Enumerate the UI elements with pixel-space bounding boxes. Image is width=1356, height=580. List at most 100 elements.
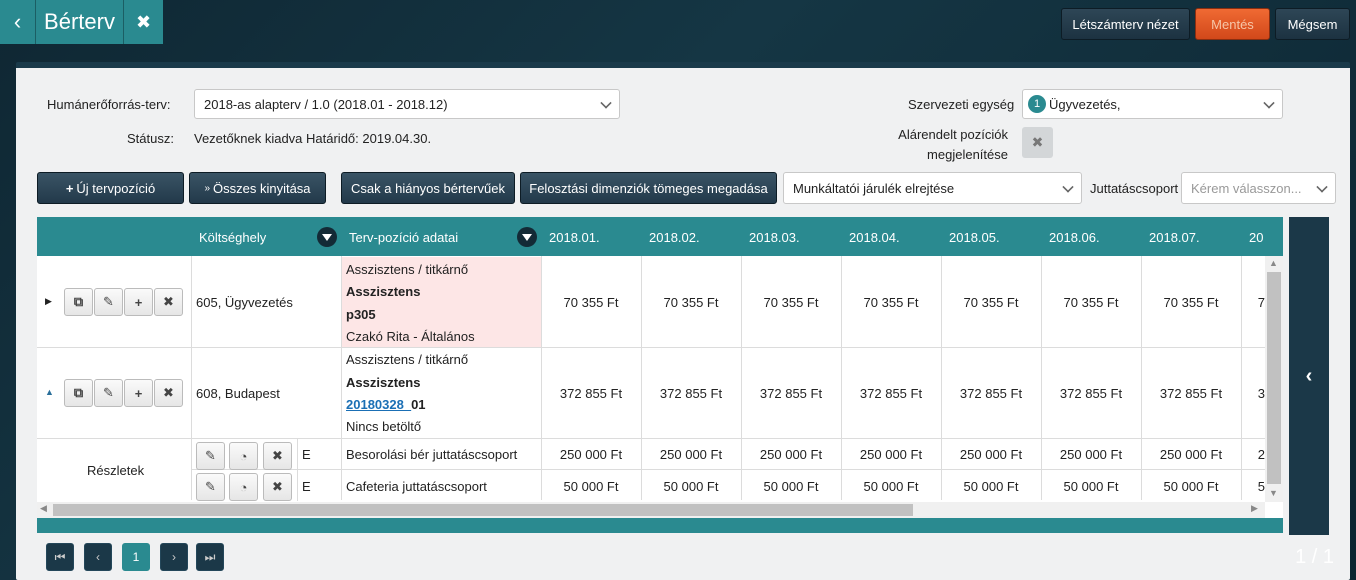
pencil-icon: ✎ [103, 294, 114, 309]
vertical-scroll-thumb[interactable] [1267, 272, 1281, 484]
collapse-row-icon[interactable]: ▲ [45, 387, 54, 397]
grid-line [541, 256, 542, 500]
amount-cell: 50 000 Ft [863, 479, 919, 494]
new-position-button[interactable]: + Új tervpozíció [37, 172, 184, 204]
amount-cell: 372 855 Ft [659, 386, 723, 401]
amount-cell: 50 000 Ft [963, 479, 1019, 494]
horizontal-scroll-thumb[interactable] [53, 504, 913, 516]
chevron-up-icon[interactable]: ▲ [1269, 258, 1278, 268]
next-page-button[interactable]: › [160, 543, 188, 571]
hr-plan-value: 2018-as alapterv / 1.0 (2018.01 - 2018.1… [204, 96, 448, 112]
col-month: 2018.05. [949, 230, 1000, 245]
last-page-button[interactable]: ⏭ [196, 543, 224, 571]
add-button[interactable]: + [124, 288, 153, 316]
delete-button[interactable]: ✖ [154, 379, 183, 407]
org-count-badge: 1 [1028, 95, 1046, 113]
benefit-group-select[interactable]: Kérem válasszon... [1181, 172, 1336, 204]
chevron-right-icon[interactable]: ▶ [1251, 503, 1258, 514]
pie-chart-icon: ◔ [239, 479, 248, 495]
position-code: 20180328_01 [346, 397, 426, 412]
col-month: 20 [1249, 230, 1264, 245]
headcount-view-button[interactable]: Létszámterv nézet [1061, 8, 1190, 40]
col-month: 2018.03. [749, 230, 800, 245]
col-cost-center[interactable]: Költséghely [199, 230, 266, 245]
page-title: Bérterv [36, 0, 123, 44]
delete-button[interactable]: ✖ [263, 473, 292, 501]
filter-icon[interactable] [317, 227, 337, 247]
close-icon: ✖ [272, 479, 283, 494]
position-title: Asszisztens / titkárnő [346, 352, 469, 367]
edit-button[interactable]: ✎ [94, 379, 123, 407]
row-divider [37, 347, 1265, 348]
save-button[interactable]: Mentés [1195, 8, 1270, 40]
status-value: Vezetőknek kiadva Határidő: 2019.04.30. [194, 131, 432, 146]
hr-plan-select[interactable]: 2018-as alapterv / 1.0 (2018.01 - 2018.1… [194, 89, 620, 119]
prev-page-button[interactable]: ‹ [84, 543, 112, 571]
grid-line [741, 256, 742, 500]
expand-row-icon[interactable]: ▶ [45, 296, 52, 307]
close-button[interactable]: ✖ [123, 0, 163, 44]
col-position[interactable]: Terv-pozíció adatai [349, 230, 458, 245]
employer-contrib-select[interactable]: Munkáltatói járulék elrejtése [783, 172, 1082, 204]
vertical-scrollbar[interactable]: ▲ ▼ [1265, 256, 1283, 502]
amount-cell-clipped: 3 [1257, 386, 1265, 401]
first-page-icon: ⏮ [54, 549, 66, 564]
benefit-group-placeholder: Kérem válasszon... [1191, 180, 1302, 196]
chevron-down-icon[interactable]: ▼ [1269, 488, 1278, 498]
chevron-left-icon: ‹ [96, 550, 100, 564]
copy-button[interactable]: ⧉ [64, 288, 93, 316]
position-name: Asszisztens [346, 284, 421, 299]
position-code-link[interactable]: 20180328_ [346, 397, 411, 412]
chart-button[interactable]: ◔ [229, 473, 258, 501]
amount-cell: 372 855 Ft [1059, 386, 1123, 401]
edit-button[interactable]: ✎ [94, 288, 123, 316]
salary-grid: Költséghely Terv-pozíció adatai 2018.01.… [37, 217, 1283, 533]
detail-name: Besorolási bér juttatáscsoport [346, 447, 518, 462]
only-missing-button[interactable]: Csak a hiányos bértervűek [341, 172, 515, 204]
add-button[interactable]: + [124, 379, 153, 407]
side-panel-toggle[interactable]: ‹ [1289, 217, 1329, 535]
close-icon: ✖ [163, 385, 174, 400]
cancel-button[interactable]: Mégsem [1275, 8, 1350, 40]
close-icon: ✖ [135, 11, 152, 32]
chevron-left-icon: ‹ [1305, 364, 1313, 387]
copy-button[interactable]: ⧉ [64, 379, 93, 407]
chevron-down-icon [1062, 181, 1074, 193]
first-page-button[interactable]: ⏮ [46, 543, 74, 571]
chevron-left-icon[interactable]: ◀ [40, 503, 47, 514]
horizontal-scrollbar[interactable]: ◀ ▶ [37, 502, 1265, 518]
position-name: Asszisztens [346, 375, 421, 390]
grid-line [191, 256, 192, 500]
subordinate-toggle[interactable]: ✖ [1022, 127, 1053, 158]
edit-button[interactable]: ✎ [196, 473, 225, 501]
position-holder: Czakó Rita - Általános [346, 329, 475, 344]
grid-header: Költséghely Terv-pozíció adatai 2018.01.… [37, 218, 1283, 256]
amount-cell: 70 355 Ft [663, 295, 719, 310]
grid-footer [37, 518, 1283, 533]
edit-button[interactable]: ✎ [196, 442, 225, 470]
page-button[interactable]: 1 [122, 543, 150, 571]
position-title: Asszisztens / titkárnő [346, 262, 469, 277]
close-icon: ✖ [272, 448, 283, 463]
delete-button[interactable]: ✖ [263, 442, 292, 470]
grid-line [1241, 256, 1242, 500]
mass-dimensions-button[interactable]: Felosztási dimenziók tömeges megadása [520, 172, 777, 204]
amount-cell: 372 855 Ft [559, 386, 623, 401]
new-position-label: Új tervpozíció [76, 180, 156, 196]
detail-flag: E [302, 447, 311, 462]
org-unit-select[interactable]: 1 Ügyvezetés, [1022, 89, 1283, 119]
filter-icon[interactable] [517, 227, 537, 247]
chevron-right-icon: › [172, 550, 176, 564]
amount-cell-clipped: 5 [1257, 479, 1265, 494]
amount-cell: 50 000 Ft [1063, 479, 1119, 494]
chart-button[interactable]: ◔ [229, 442, 258, 470]
back-button[interactable]: ‹ [0, 0, 36, 44]
amount-cell: 250 000 Ft [759, 447, 823, 462]
pencil-icon: ✎ [205, 448, 216, 463]
delete-button[interactable]: ✖ [154, 288, 183, 316]
amount-cell: 250 000 Ft [1159, 447, 1223, 462]
grid-line [941, 256, 942, 500]
row-divider [37, 438, 1265, 439]
expand-all-button[interactable]: » Összes kinyitása [189, 172, 326, 204]
amount-cell: 250 000 Ft [1059, 447, 1123, 462]
